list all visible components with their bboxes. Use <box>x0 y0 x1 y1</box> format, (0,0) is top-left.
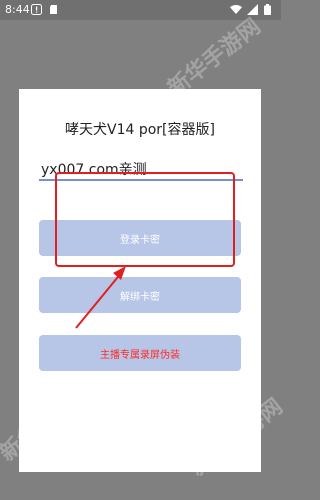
signal-icon <box>247 4 258 15</box>
annotation-highlight-box <box>55 172 235 267</box>
unbind-button-label: 解绑卡密 <box>120 291 160 303</box>
battery-icon <box>264 4 275 15</box>
screen-disguise-button[interactable]: 主播专属录屏伪装 <box>39 335 241 371</box>
dialog-title: 哮天犬V14 por[容器版] <box>65 122 215 138</box>
unbind-button[interactable]: 解绑卡密 <box>39 277 241 313</box>
wifi-icon <box>230 4 242 15</box>
status-bar: 8:44 <box>0 0 281 20</box>
alert-icon <box>31 4 42 15</box>
login-dialog: 哮天犬V14 por[容器版] yx007.com亲测 登录卡密 解绑卡密 主播… <box>19 89 261 472</box>
sd-card-icon <box>48 4 59 15</box>
status-time: 8:44 <box>5 3 30 16</box>
screen-disguise-button-label: 主播专属录屏伪装 <box>100 349 180 361</box>
